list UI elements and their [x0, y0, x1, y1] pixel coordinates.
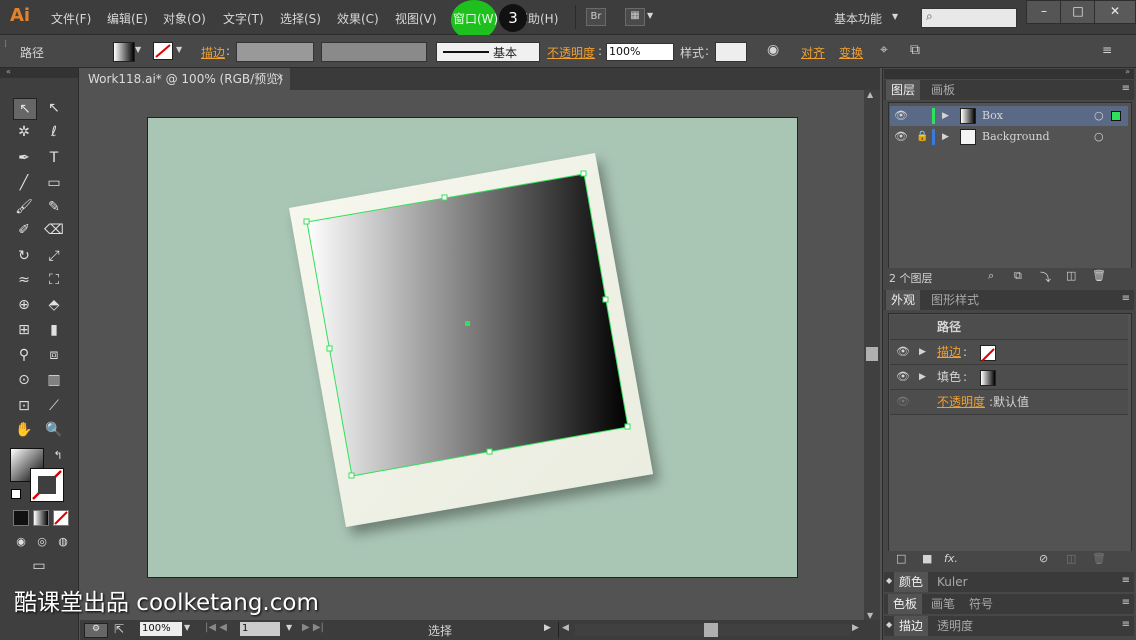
tab-stroke[interactable]: 描边	[894, 616, 929, 636]
tab-kuler[interactable]: Kuler	[932, 572, 973, 592]
layer-name[interactable]: Box	[982, 106, 1003, 126]
delete-layer-icon[interactable]: 🗑	[1092, 269, 1106, 282]
panel-menu-icon[interactable]: ≡	[1122, 83, 1130, 94]
stroke-none-swatch[interactable]	[980, 345, 996, 362]
visibility-eye-icon[interactable]: 👁	[896, 365, 910, 389]
tab-layers[interactable]: 图层	[886, 80, 921, 100]
expand-triangle-icon[interactable]: ▶	[942, 106, 949, 126]
expand-triangle-icon[interactable]: ▶	[919, 365, 926, 389]
color-panel-tabs: ◆ 颜色 Kuler ≡	[884, 572, 1134, 592]
fx-icon[interactable]: fx.	[944, 552, 958, 565]
duplicate-item-icon[interactable]: ◫	[1066, 552, 1076, 565]
tab-graphic-styles[interactable]: 图形样式	[926, 290, 984, 310]
scroll-right-arrow[interactable]: ▶	[852, 623, 859, 633]
stroke-panel-tabs: ◆ 描边 透明度 ≡	[884, 616, 1134, 636]
expand-triangle-icon[interactable]: ▶	[942, 127, 949, 147]
tab-appearance[interactable]: 外观	[886, 290, 921, 310]
clipping-mask-icon[interactable]: ⧉	[1014, 269, 1022, 283]
opacity-value: 默认值	[993, 395, 1030, 409]
watermark: 酷课堂出品 coolketang.com	[14, 590, 319, 616]
center-point	[465, 321, 470, 326]
delete-item-icon[interactable]: 🗑	[1092, 552, 1106, 565]
appearance-panel-tabs: 外观 图形样式 ≡	[884, 290, 1134, 310]
tab-symbols[interactable]: 符号	[964, 594, 998, 614]
target-circle-icon[interactable]: ○	[1094, 127, 1104, 147]
new-layer-icon[interactable]: ◫	[1066, 269, 1076, 282]
share-icon[interactable]: ⇱	[114, 622, 124, 636]
visibility-eye-icon[interactable]: 👁	[894, 127, 908, 147]
dock-header[interactable]: »	[884, 67, 1134, 79]
status-menu-arrow[interactable]: ▶	[544, 623, 551, 633]
tab-transparency[interactable]: 透明度	[932, 616, 978, 636]
add-fill-icon[interactable]: ■	[922, 552, 932, 565]
chevron-down-icon[interactable]: ▼	[286, 623, 292, 632]
visibility-eye-icon[interactable]: 👁	[896, 340, 910, 364]
new-sublayer-icon[interactable]: ⤵	[1040, 269, 1051, 285]
layer-name[interactable]: Background	[982, 127, 1050, 147]
appearance-row-opacity[interactable]: 👁 不透明度 : 默认值	[890, 390, 1128, 415]
tab-color[interactable]: 颜色	[894, 572, 929, 592]
current-tool-status: 选择	[428, 624, 453, 638]
layer-row-box[interactable]: 👁 ▶ Box ○	[890, 106, 1128, 126]
expand-triangle-icon[interactable]: ▶	[919, 340, 926, 364]
panel-menu-icon[interactable]: ≡	[1122, 619, 1130, 630]
scroll-left-arrow[interactable]: ◀	[562, 623, 569, 633]
add-stroke-icon[interactable]: □	[896, 552, 906, 565]
visibility-eye-icon[interactable]: 👁	[894, 106, 908, 126]
appearance-row-fill[interactable]: 👁 ▶ 填色 :	[890, 365, 1128, 390]
panel-menu-icon[interactable]: ≡	[1122, 597, 1130, 608]
tab-swatches[interactable]: 色板	[888, 594, 923, 614]
layer-thumbnail	[960, 129, 976, 145]
appearance-header: 路径	[890, 315, 1128, 340]
layers-panel-tabs: 图层 画板 ≡	[884, 80, 1134, 100]
gpu-icon[interactable]: ⚙	[84, 623, 108, 638]
swatches-panel-tabs: 色板 画笔 符号 ≡	[884, 594, 1134, 614]
tab-brushes[interactable]: 画笔	[926, 594, 960, 614]
selection-indicator[interactable]	[1111, 111, 1121, 121]
layers-footer: 2 个图层 ⌕ ⧉ ⤵ ◫ 🗑	[884, 268, 1134, 286]
visibility-eye-icon[interactable]: 👁	[896, 390, 910, 414]
appearance-object-type: 路径	[937, 320, 962, 334]
fill-label: 填色	[937, 370, 962, 384]
clear-appearance-icon[interactable]: ⊘	[1039, 552, 1048, 565]
last-artboard-icon[interactable]: ▶ ▶|	[302, 622, 324, 633]
appearance-row-stroke[interactable]: 👁 ▶ 描边 :	[890, 340, 1128, 365]
chevron-down-icon[interactable]: ▼	[184, 623, 190, 632]
opacity-link[interactable]: 不透明度	[937, 390, 985, 414]
target-circle-icon[interactable]: ○	[1094, 106, 1104, 126]
panel-menu-icon[interactable]: ≡	[1122, 575, 1130, 586]
panel-menu-icon[interactable]: ≡	[1122, 293, 1130, 304]
layer-thumbnail	[960, 108, 976, 124]
stroke-link[interactable]: 描边	[937, 340, 961, 364]
artboard-number-field[interactable]: 1	[240, 622, 280, 636]
zoom-field[interactable]: 100%	[140, 622, 182, 636]
first-artboard-icon[interactable]: |◀ ◀	[205, 622, 227, 633]
fill-gradient-swatch[interactable]	[980, 370, 996, 386]
locate-object-icon[interactable]: ⌕	[988, 269, 994, 283]
horizontal-scroll-thumb[interactable]	[704, 623, 718, 637]
layer-count: 2 个图层	[889, 272, 933, 285]
status-bar: ⚙ ⇱ 100% ▼ |◀ ◀ 1 ▼ ▶ ▶| 选择 ▶ ◀ ▶	[80, 620, 880, 640]
appearance-footer: □ ■ fx. ⊘ ◫ 🗑	[884, 551, 1134, 569]
layer-row-background[interactable]: 👁 🔒 ▶ Background ○	[890, 127, 1128, 147]
lock-icon[interactable]: 🔒	[916, 127, 928, 147]
vertical-scroll-thumb[interactable]	[866, 347, 878, 361]
tab-artboards[interactable]: 画板	[926, 80, 960, 100]
